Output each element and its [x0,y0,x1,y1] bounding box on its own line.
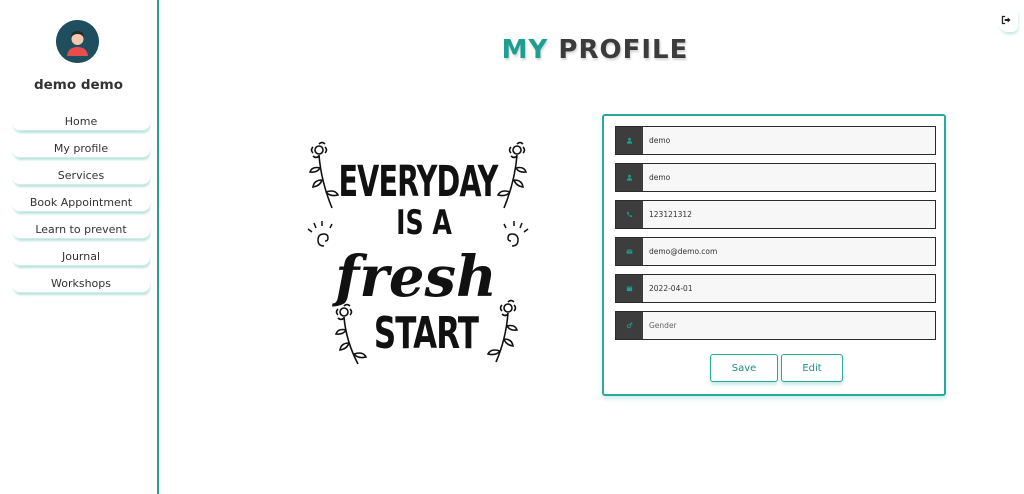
sidebar-item-journal[interactable]: Journal [12,248,150,266]
phone-field [615,200,936,229]
gender-icon [616,312,643,339]
sidebar-item-home[interactable]: Home [12,113,150,131]
user-avatar-icon [56,20,99,63]
quote-line-1: EVERYDAY [338,156,498,206]
phone-icon [616,201,643,228]
dob-input[interactable] [643,275,935,302]
sidebar: demo demo Home My profile Services Book … [0,0,159,494]
first-name-field [615,126,936,155]
quote-illustration: EVERYDAY IS A fresh START [307,141,529,365]
sidebar-item-book-appointment[interactable]: Book Appointment [12,194,150,212]
edit-button[interactable]: Edit [781,354,843,382]
quote-line-2: IS A [396,203,452,243]
gender-field [615,311,936,340]
save-button[interactable]: Save [710,354,778,382]
quote-line-4: START [374,308,479,359]
page-title-main: PROFILE [558,35,689,65]
email-field [615,237,936,266]
email-input[interactable] [643,238,935,265]
user-icon [616,164,643,191]
user-icon [616,127,643,154]
page-title: MY PROFILE [400,35,790,65]
sidebar-item-my-profile[interactable]: My profile [12,140,150,158]
envelope-icon [616,238,643,265]
calendar-icon [616,275,643,302]
flower-decoration [334,303,368,365]
sign-out-icon [1001,15,1011,25]
quote-line-3: fresh [331,244,496,310]
sidebar-item-workshops[interactable]: Workshops [12,275,150,293]
profile-form-card: Save Edit [602,114,946,396]
sidebar-item-learn-to-prevent[interactable]: Learn to prevent [12,221,150,239]
first-name-input[interactable] [643,127,935,154]
dob-field [615,274,936,303]
logout-button[interactable] [998,8,1018,32]
flower-decoration [496,141,528,209]
page-title-accent: MY [501,35,549,65]
user-name: demo demo [33,77,124,93]
avatar[interactable] [56,20,99,63]
flower-decoration [308,141,340,209]
last-name-input[interactable] [643,164,935,191]
sidebar-item-services[interactable]: Services [12,167,150,185]
last-name-field [615,163,936,192]
phone-input[interactable] [643,201,935,228]
gender-input[interactable] [643,312,935,339]
sidebar-nav: Home My profile Services Book Appointmen… [12,113,150,302]
